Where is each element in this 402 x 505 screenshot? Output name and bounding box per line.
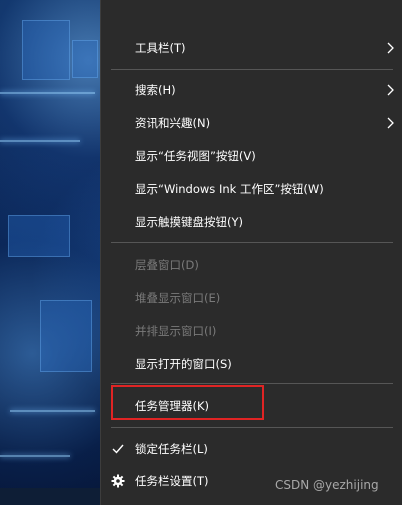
wallpaper-light-streak: [0, 92, 95, 94]
menu-item-label: 任务栏设置(T): [135, 474, 209, 488]
wallpaper-shape: [8, 215, 70, 257]
wallpaper-shape: [40, 300, 92, 372]
menu-item-label: 显示触摸键盘按钮(Y): [135, 215, 243, 229]
gear-icon: [111, 474, 125, 488]
menu-item-show-touch-keyboard-button[interactable]: 显示触摸键盘按钮(Y): [101, 205, 402, 239]
menu-item-label: 资讯和兴趣(N): [135, 116, 211, 130]
wallpaper-light-streak: [0, 455, 70, 457]
taskbar[interactable]: [0, 488, 100, 505]
menu-item-label: 层叠窗口(D): [135, 258, 199, 272]
chevron-right-icon: [387, 84, 394, 96]
menu-item-label: 锁定任务栏(L): [135, 442, 208, 456]
taskbar-context-menu: 工具栏(T) 搜索(H) 资讯和兴趣(N) 显示“任务视图”按钮(V) 显示“W…: [100, 0, 402, 505]
wallpaper-shape: [72, 40, 98, 78]
menu-item-label: 并排显示窗口(I): [135, 324, 217, 338]
menu-item-cascade-windows: 层叠窗口(D): [101, 248, 402, 282]
menu-item-show-open-windows[interactable]: 显示打开的窗口(S): [101, 347, 402, 381]
chevron-right-icon: [387, 42, 394, 54]
menu-item-search[interactable]: 搜索(H): [101, 73, 402, 107]
wallpaper-shape: [22, 20, 70, 80]
menu-item-stack-windows: 堆叠显示窗口(E): [101, 281, 402, 315]
menu-item-lock-taskbar[interactable]: 锁定任务栏(L): [101, 432, 402, 466]
menu-item-news-and-interests[interactable]: 资讯和兴趣(N): [101, 106, 402, 140]
menu-item-show-task-view-button[interactable]: 显示“任务视图”按钮(V): [101, 139, 402, 173]
task-manager-highlight-box: [111, 385, 264, 420]
menu-item-label: 搜索(H): [135, 83, 176, 97]
menu-separator: [111, 427, 393, 428]
menu-separator: [111, 242, 393, 243]
menu-item-side-by-side-windows: 并排显示窗口(I): [101, 314, 402, 348]
menu-item-show-windows-ink-button[interactable]: 显示“Windows Ink 工作区”按钮(W): [101, 172, 402, 206]
checkmark-icon: [112, 444, 124, 454]
menu-item-label: 显示“Windows Ink 工作区”按钮(W): [135, 182, 324, 196]
menu-separator: [111, 69, 393, 70]
menu-item-label: 显示打开的窗口(S): [135, 357, 232, 371]
menu-item-label: 显示“任务视图”按钮(V): [135, 149, 256, 163]
wallpaper-light-streak: [10, 410, 95, 412]
wallpaper-light-streak: [0, 140, 80, 142]
menu-item-label: 工具栏(T): [135, 41, 186, 55]
watermark-text: CSDN @yezhijing: [275, 478, 379, 492]
menu-item-toolbars[interactable]: 工具栏(T): [101, 31, 402, 65]
menu-item-label: 堆叠显示窗口(E): [135, 291, 221, 305]
chevron-right-icon: [387, 117, 394, 129]
menu-separator: [111, 383, 393, 384]
